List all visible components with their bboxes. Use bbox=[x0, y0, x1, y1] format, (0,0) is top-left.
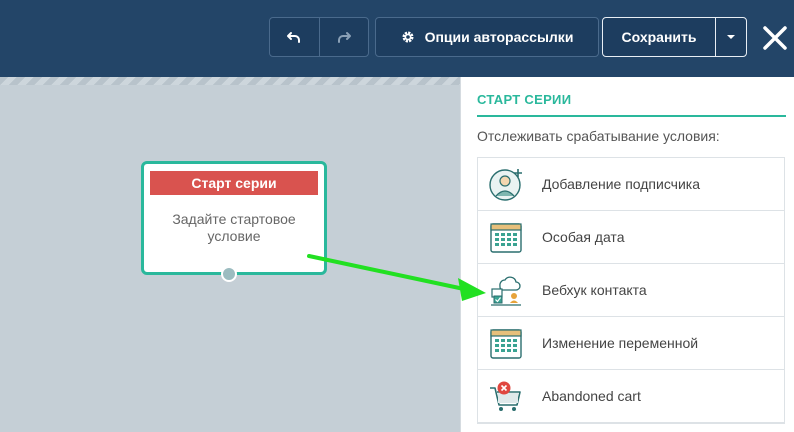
redo-button[interactable] bbox=[318, 18, 369, 56]
calendar-icon bbox=[490, 223, 522, 253]
panel-divider bbox=[477, 115, 786, 117]
node-hint: Задайте стартовое условие bbox=[172, 211, 296, 244]
series-options-button[interactable]: Опции авторассылки bbox=[375, 17, 599, 57]
save-label: Сохранить bbox=[621, 29, 697, 45]
save-button[interactable]: Сохранить bbox=[603, 18, 715, 56]
trigger-special-date[interactable]: Особая дата bbox=[478, 211, 784, 264]
trigger-list: Добавление подписчика Особая дата Вебхук… bbox=[477, 157, 785, 424]
trigger-label: Abandoned cart bbox=[542, 388, 641, 404]
gear-icon bbox=[401, 30, 415, 44]
save-options-dropdown[interactable] bbox=[715, 18, 746, 56]
panel-title: СТАРТ СЕРИИ bbox=[477, 92, 572, 107]
trigger-label: Добавление подписчика bbox=[542, 176, 701, 192]
canvas-top-edge bbox=[0, 77, 460, 85]
trigger-add-subscriber[interactable]: Добавление подписчика bbox=[478, 158, 784, 211]
redo-icon bbox=[337, 32, 351, 43]
undo-icon bbox=[287, 32, 301, 43]
trigger-label: Вебхук контакта bbox=[542, 282, 647, 298]
node-title: Старт серии bbox=[150, 171, 318, 195]
save-split-button: Сохранить bbox=[602, 17, 747, 57]
close-button[interactable] bbox=[762, 25, 788, 51]
trigger-variable-change[interactable]: Изменение переменной bbox=[478, 317, 784, 370]
webhook-icon bbox=[491, 276, 521, 306]
trigger-contact-webhook[interactable]: Вебхук контакта bbox=[478, 264, 784, 317]
history-group bbox=[269, 17, 369, 57]
trigger-label: Особая дата bbox=[542, 229, 625, 245]
top-toolbar: Опции авторассылки Сохранить bbox=[0, 0, 794, 77]
series-options-label: Опции авторассылки bbox=[424, 29, 574, 45]
undo-button[interactable] bbox=[270, 18, 319, 56]
panel-subtitle: Отслеживать срабатывание условия: bbox=[477, 128, 720, 144]
trigger-label: Изменение переменной bbox=[542, 335, 699, 351]
series-start-node[interactable]: Старт серии Задайте стартовое условие bbox=[141, 161, 327, 275]
add-subscriber-icon bbox=[489, 169, 522, 201]
close-icon bbox=[763, 26, 787, 50]
cart-icon bbox=[490, 381, 521, 411]
caret-down-icon bbox=[727, 35, 735, 39]
trigger-abandoned-cart[interactable]: Abandoned cart bbox=[478, 370, 784, 423]
trigger-panel: СТАРТ СЕРИИ Отслеживать срабатывание усл… bbox=[460, 77, 794, 432]
calendar-icon bbox=[490, 329, 522, 359]
node-output-port[interactable] bbox=[221, 266, 237, 282]
